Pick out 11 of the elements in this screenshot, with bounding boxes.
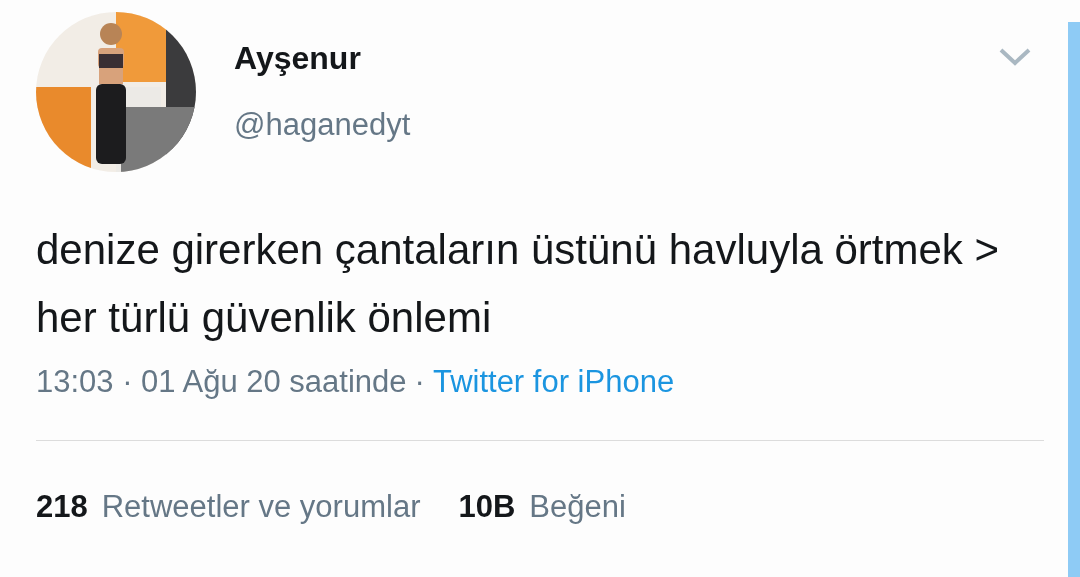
user-name: Ayşenur (234, 40, 362, 77)
stat-count: 10B (458, 489, 516, 525)
stat-label[interactable]: Beğeni (529, 489, 626, 525)
tweet-time: 13:03 · 01 Ağu 20 saatinde (36, 364, 407, 400)
chevron-down-icon[interactable] (998, 46, 1032, 68)
separator-dot: · (414, 364, 425, 400)
stat-label[interactable]: Retweetler ve yorumlar (101, 489, 421, 525)
stat-count: 218 (36, 489, 88, 525)
user-handle: @haganedyt (234, 107, 412, 143)
source-link[interactable]: Twitter for iPhone (432, 364, 675, 400)
tweet-text: denize girerken çantaların üstünü havluyla örtmek > her türlü güvenlik önlemi (36, 225, 1001, 343)
